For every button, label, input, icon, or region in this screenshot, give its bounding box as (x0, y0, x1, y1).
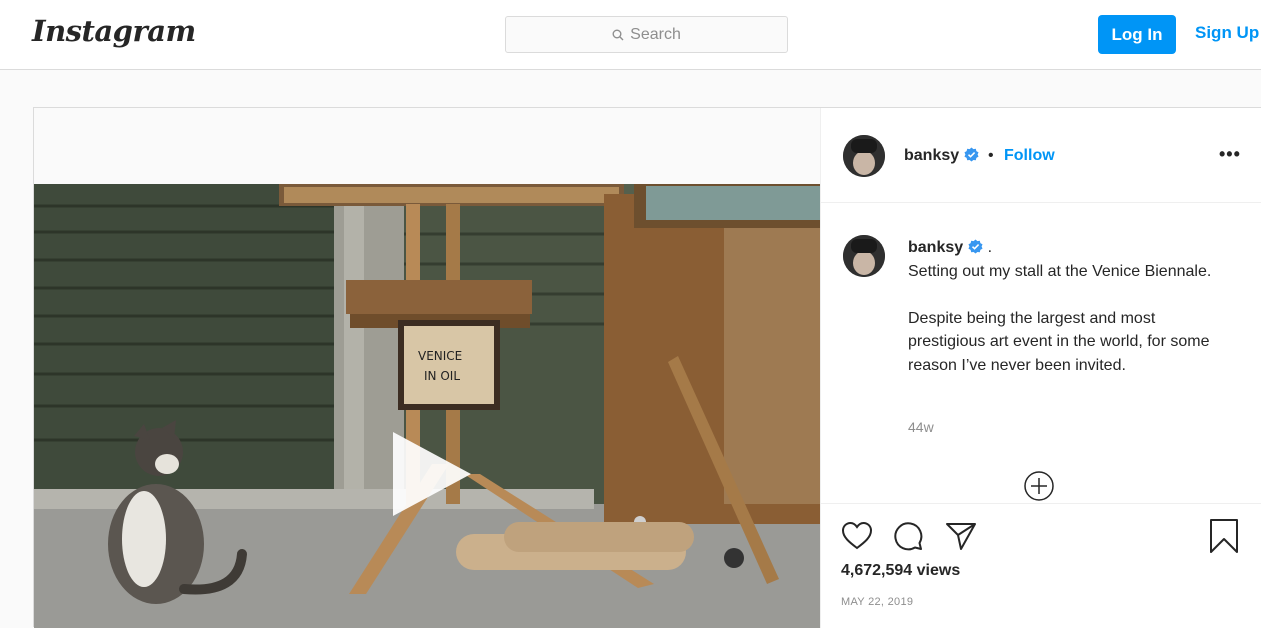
sign-text-line2: IN OIL (424, 369, 460, 383)
login-button[interactable]: Log In (1098, 15, 1176, 54)
header-username-text[interactable]: banksy (904, 147, 959, 164)
post-media: VENICE IN OIL (34, 108, 821, 628)
instagram-logo[interactable]: Instagram (32, 14, 196, 48)
avatar[interactable] (843, 135, 885, 177)
caption-username[interactable]: banksy (908, 239, 963, 256)
verified-icon (964, 147, 979, 162)
add-comment-icon[interactable] (1023, 470, 1055, 502)
top-bar: Instagram Search Log In Sign Up (0, 0, 1261, 70)
verified-icon (968, 239, 983, 254)
more-icon[interactable]: ••• (1219, 144, 1241, 165)
post-sidebar: banksy • Follow ••• banksy . Setting out… (821, 108, 1261, 628)
search-placeholder: Search (630, 25, 681, 43)
play-icon[interactable] (391, 432, 473, 516)
post-header: banksy • Follow ••• (821, 108, 1261, 203)
video-player[interactable]: VENICE IN OIL (34, 184, 820, 628)
signup-link[interactable]: Sign Up (1195, 23, 1259, 43)
post-date[interactable]: MAY 22, 2019 (841, 596, 913, 608)
post-card: VENICE IN OIL banksy • Follow ••• banksy… (33, 107, 1261, 628)
search-input[interactable]: Search (505, 16, 788, 53)
share-icon[interactable] (945, 520, 977, 552)
search-icon (612, 29, 624, 40)
sign-text-line1: VENICE (418, 349, 462, 363)
caption-line-1: Setting out my stall at the Venice Bienn… (908, 262, 1212, 280)
heart-icon[interactable] (841, 521, 873, 551)
views-count[interactable]: 4,672,594 views (841, 562, 960, 580)
caption: banksy . Setting out my stall at the Ven… (908, 236, 1228, 377)
header-separator: • (988, 147, 994, 164)
comment-icon[interactable] (892, 520, 924, 552)
post-time-ago[interactable]: 44w (908, 419, 934, 435)
caption-avatar[interactable] (843, 235, 885, 277)
caption-line-2: Despite being the largest and most prest… (908, 309, 1210, 374)
bookmark-icon[interactable] (1209, 518, 1239, 554)
header-username[interactable]: banksy (904, 147, 979, 165)
video-frame: VENICE IN OIL (34, 184, 820, 628)
post-actions: 4,672,594 views MAY 22, 2019 (821, 503, 1261, 628)
follow-button[interactable]: Follow (1004, 147, 1055, 165)
caption-suffix: . (987, 239, 993, 256)
